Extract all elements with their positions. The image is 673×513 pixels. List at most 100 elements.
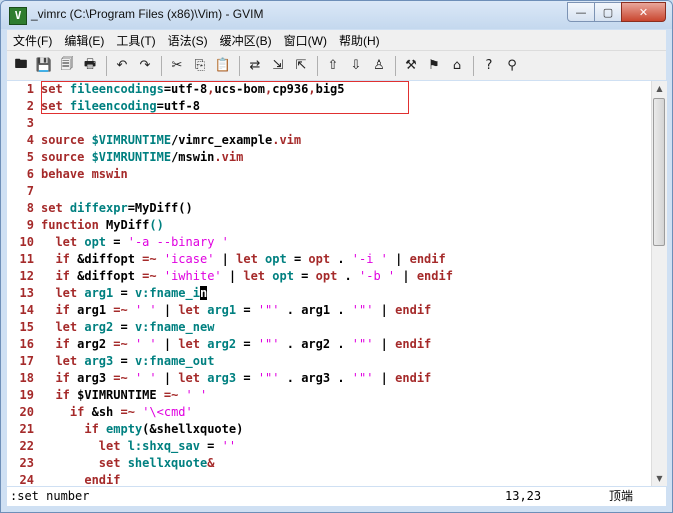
find-prev-icon[interactable]: ⇱ bbox=[291, 56, 311, 76]
vim-app-icon[interactable]: V bbox=[9, 7, 27, 25]
code-token: arg3 bbox=[84, 354, 114, 368]
code-line[interactable]: 7 bbox=[7, 183, 651, 200]
code-token: let bbox=[98, 439, 128, 453]
make-icon[interactable]: ⚒ bbox=[401, 56, 421, 76]
code-line[interactable]: 24 endif bbox=[7, 472, 651, 486]
print-icon[interactable]: 🖶 bbox=[80, 56, 100, 76]
title-bar[interactable]: V _vimrc (C:\Program Files (x86)\Vim) - … bbox=[1, 1, 672, 29]
code-line[interactable]: 11 if &diffopt =~ 'icase' | let opt = op… bbox=[7, 251, 651, 268]
code-token: ' ' bbox=[134, 371, 157, 385]
undo-icon[interactable]: ↶ bbox=[112, 56, 132, 76]
code-token: arg2 bbox=[84, 320, 114, 334]
code-line[interactable]: 17 let arg3 = v:fname_out bbox=[7, 353, 651, 370]
toolbar-separator bbox=[106, 55, 107, 76]
menu-item[interactable]: 窗口(W) bbox=[278, 32, 333, 49]
code-line[interactable]: 15 let arg2 = v:fname_new bbox=[7, 319, 651, 336]
menu-item[interactable]: 帮助(H) bbox=[333, 32, 386, 49]
toolbar: 🖿 💾 🗐 🖶 ↶ ↷ ✂ ⎘ 📋 ⇄ ⇲ ⇱ ⇧ ⇩ ♙ ⚒ ⚑ ⌂? ⚲ bbox=[7, 50, 666, 80]
scroll-up-arrow-icon[interactable]: ▲ bbox=[652, 81, 667, 96]
redo-icon[interactable]: ↷ bbox=[135, 56, 155, 76]
code-line[interactable]: 16 if arg2 =~ ' ' | let arg2 = '"' . arg… bbox=[7, 336, 651, 353]
code-line[interactable]: 19 if $VIMRUNTIME =~ ' ' bbox=[7, 387, 651, 404]
jump-tag-icon[interactable]: ⌂ bbox=[447, 56, 467, 76]
code-token: v:fname_new bbox=[134, 320, 215, 334]
code-token: | bbox=[156, 371, 179, 385]
run-script-icon[interactable]: ♙ bbox=[369, 56, 389, 76]
code-token: =~ bbox=[113, 303, 135, 317]
code-line[interactable]: 4 source $VIMRUNTIME/vimrc_example.vim bbox=[7, 132, 651, 149]
code-line[interactable]: 10 let opt = '-a --binary ' bbox=[7, 234, 651, 251]
minimize-button[interactable]: — bbox=[567, 2, 595, 22]
code-token: arg3 bbox=[77, 371, 114, 385]
code-token: . bbox=[330, 252, 352, 266]
code-line[interactable]: 6 behave mswin bbox=[7, 166, 651, 183]
command-line[interactable]: :set number 13,23 顶端 bbox=[7, 487, 666, 506]
close-button[interactable]: ✕ bbox=[621, 2, 666, 22]
code-token: fileencoding bbox=[69, 99, 157, 113]
code-token: endif bbox=[409, 252, 446, 266]
load-session-icon[interactable]: ⇧ bbox=[323, 56, 343, 76]
code-line[interactable]: 14 if arg1 =~ ' ' | let arg1 = '"' . arg… bbox=[7, 302, 651, 319]
code-line[interactable]: 21 if empty(&shellxquote) bbox=[7, 421, 651, 438]
editor-text-area[interactable]: 1 set fileencodings=utf-8,ucs-bom,cp936,b… bbox=[7, 81, 651, 486]
line-number: 8 bbox=[26, 201, 34, 215]
code-token: =~ bbox=[120, 405, 143, 419]
code-line[interactable]: 13 let arg1 = v:fname_in bbox=[7, 285, 651, 302]
menu-item[interactable]: 缓冲区(B) bbox=[214, 32, 278, 49]
code-text: set shellxquote& bbox=[41, 456, 215, 470]
replace-icon[interactable]: ⇄ bbox=[245, 56, 265, 76]
help-icon[interactable]: ? bbox=[479, 56, 499, 76]
code-line[interactable]: 18 if arg3 =~ ' ' | let arg3 = '"' . arg… bbox=[7, 370, 651, 387]
code-line[interactable]: 22 let l:shxq_sav = '' bbox=[7, 438, 651, 455]
code-token: 'icase' bbox=[163, 252, 215, 266]
find-help-icon[interactable]: ⚲ bbox=[502, 56, 522, 76]
code-line[interactable]: 1 set fileencodings=utf-8,ucs-bom,cp936,b… bbox=[7, 81, 651, 98]
scrollbar-thumb[interactable] bbox=[653, 98, 665, 246]
code-line[interactable]: 20 if &sh =~ '\<cmd' bbox=[7, 404, 651, 421]
code-line[interactable]: 8 set diffexpr=MyDiff() bbox=[7, 200, 651, 217]
code-token: $VIMRUNTIME bbox=[77, 388, 164, 402]
code-token: = bbox=[106, 235, 128, 249]
save-session-icon[interactable]: ⇩ bbox=[346, 56, 366, 76]
maximize-button[interactable]: ▢ bbox=[594, 2, 622, 22]
code-token: let bbox=[236, 252, 266, 266]
code-line[interactable]: 3 bbox=[7, 115, 651, 132]
code-line[interactable]: 12 if &diffopt =~ 'iwhite' | let opt = o… bbox=[7, 268, 651, 285]
build-tags-icon[interactable]: ⚑ bbox=[424, 56, 444, 76]
line-number: 23 bbox=[19, 456, 34, 470]
code-token: ' ' bbox=[134, 303, 157, 317]
code-line[interactable]: 9 function MyDiff() bbox=[7, 217, 651, 234]
save-icon[interactable]: 💾 bbox=[34, 56, 54, 76]
menu-item[interactable]: 文件(F) bbox=[7, 32, 58, 49]
code-token: $VIMRUNTIME bbox=[91, 150, 172, 164]
toolbar-separator bbox=[239, 55, 240, 76]
save-all-icon[interactable]: 🗐 bbox=[57, 56, 77, 76]
line-number: 9 bbox=[26, 218, 34, 232]
menu-item[interactable]: 工具(T) bbox=[110, 32, 161, 49]
code-token: | bbox=[373, 337, 396, 351]
code-text: source $VIMRUNTIME/vimrc_example.vim bbox=[41, 133, 301, 147]
code-text: let arg1 = v:fname_in bbox=[41, 286, 208, 300]
code-token: '\<cmd' bbox=[142, 405, 193, 419]
open-icon[interactable]: 🖿 bbox=[11, 56, 31, 76]
paste-icon[interactable]: 📋 bbox=[213, 56, 233, 76]
cut-icon[interactable]: ✂ bbox=[167, 56, 187, 76]
code-token: '"' bbox=[351, 371, 374, 385]
code-token: endif bbox=[395, 371, 432, 385]
code-line[interactable]: 2 set fileencoding=utf-8 bbox=[7, 98, 651, 115]
vertical-scrollbar[interactable]: ▲ ▼ bbox=[651, 81, 667, 486]
code-line[interactable]: 5 source $VIMRUNTIME/mswin.vim bbox=[7, 149, 651, 166]
code-line[interactable]: 23 set shellxquote& bbox=[7, 455, 651, 472]
code-token: = bbox=[236, 371, 258, 385]
scroll-down-arrow-icon[interactable]: ▼ bbox=[652, 471, 667, 486]
find-next-icon[interactable]: ⇲ bbox=[268, 56, 288, 76]
code-text: set fileencodings=utf-8,ucs-bom,cp936,bi… bbox=[41, 82, 345, 96]
code-text: let arg3 = v:fname_out bbox=[41, 354, 214, 368]
menu-item[interactable]: 编辑(E) bbox=[58, 32, 110, 49]
copy-icon[interactable]: ⎘ bbox=[190, 56, 210, 76]
menu-item[interactable]: 语法(S) bbox=[162, 32, 214, 49]
code-token: =utf-8 bbox=[163, 82, 208, 96]
close-icon: ✕ bbox=[638, 5, 649, 19]
code-text: source $VIMRUNTIME/mswin.vim bbox=[41, 150, 243, 164]
